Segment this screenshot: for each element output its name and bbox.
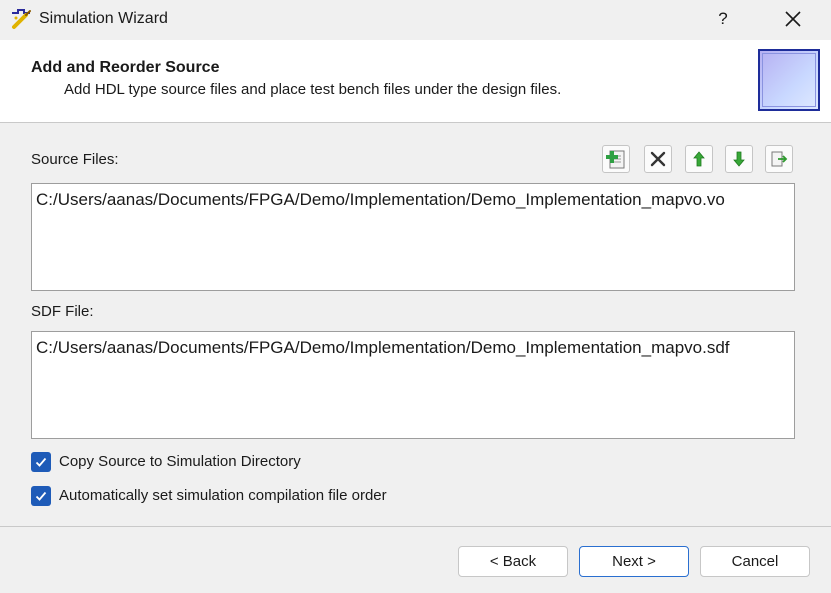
remove-button[interactable] xyxy=(644,145,672,173)
export-button[interactable] xyxy=(765,145,793,173)
sdf-file-list[interactable]: C:/Users/aanas/Documents/FPGA/Demo/Imple… xyxy=(31,331,795,439)
list-item[interactable]: C:/Users/aanas/Documents/FPGA/Demo/Imple… xyxy=(36,337,790,359)
title-bar: Simulation Wizard ? xyxy=(0,0,831,40)
page-title: Add and Reorder Source xyxy=(31,59,220,76)
checkmark-icon xyxy=(35,457,47,467)
move-down-icon xyxy=(733,151,745,167)
help-button[interactable]: ? xyxy=(706,2,740,36)
wizard-header: Add and Reorder Source Add HDL type sour… xyxy=(0,40,831,123)
move-up-icon xyxy=(693,151,705,167)
auto-order-label: Automatically set simulation compilation… xyxy=(59,487,387,504)
auto-order-checkbox[interactable] xyxy=(31,486,51,506)
close-button[interactable] xyxy=(776,2,810,36)
window-title: Simulation Wizard xyxy=(39,10,168,27)
back-button[interactable]: < Back xyxy=(458,546,568,577)
remove-icon xyxy=(650,151,666,167)
source-files-list[interactable]: C:/Users/aanas/Documents/FPGA/Demo/Imple… xyxy=(31,183,795,291)
export-icon xyxy=(771,151,788,167)
copy-source-label: Copy Source to Simulation Directory xyxy=(59,453,301,470)
header-graphic xyxy=(758,49,820,111)
page-subtitle: Add HDL type source files and place test… xyxy=(64,81,562,98)
cancel-button[interactable]: Cancel xyxy=(700,546,810,577)
source-files-label: Source Files: xyxy=(31,151,119,168)
footer-divider xyxy=(0,526,831,527)
next-button[interactable]: Next > xyxy=(579,546,689,577)
simulation-wizard-icon xyxy=(12,9,31,29)
move-up-button[interactable] xyxy=(685,145,713,173)
add-file-button[interactable] xyxy=(602,145,630,173)
move-down-button[interactable] xyxy=(725,145,753,173)
copy-source-checkbox[interactable] xyxy=(31,452,51,472)
checkmark-icon xyxy=(35,491,47,501)
copy-source-option[interactable]: Copy Source to Simulation Directory xyxy=(31,451,301,473)
close-icon xyxy=(785,11,801,27)
auto-order-option[interactable]: Automatically set simulation compilation… xyxy=(31,485,387,507)
list-item[interactable]: C:/Users/aanas/Documents/FPGA/Demo/Imple… xyxy=(36,189,790,211)
add-file-icon xyxy=(606,150,625,169)
sdf-file-label: SDF File: xyxy=(31,303,94,320)
